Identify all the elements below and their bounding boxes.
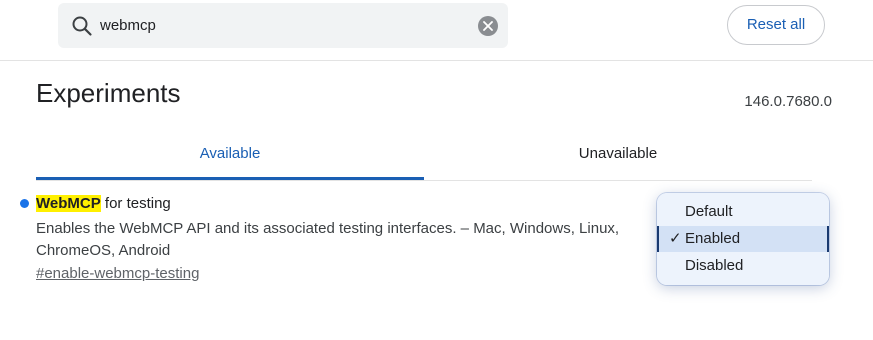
search-box[interactable]: webmcp bbox=[58, 3, 508, 48]
experiment-title: WebMCP for testing bbox=[36, 194, 171, 214]
reset-all-button[interactable]: Reset all bbox=[727, 5, 825, 45]
experiment-permalink[interactable]: #enable-webmcp-testing bbox=[36, 264, 199, 284]
option-label: Default bbox=[685, 203, 733, 220]
search-match-highlight: WebMCP bbox=[36, 195, 101, 212]
tab-bar: Available Unavailable bbox=[36, 136, 812, 181]
dropdown-option-disabled[interactable]: Disabled bbox=[657, 253, 829, 279]
experiment-title-rest: for testing bbox=[100, 195, 171, 212]
dropdown-option-enabled[interactable]: ✓ Enabled bbox=[657, 226, 829, 252]
dropdown-option-default[interactable]: Default bbox=[657, 199, 829, 225]
option-label: Disabled bbox=[685, 257, 744, 274]
experiment-state-dropdown[interactable]: Default ✓ Enabled Disabled bbox=[657, 193, 829, 285]
modified-indicator-dot bbox=[20, 199, 29, 208]
search-input[interactable]: webmcp bbox=[100, 15, 156, 37]
search-icon bbox=[71, 15, 93, 37]
top-toolbar: webmcp Reset all bbox=[0, 0, 873, 61]
page-title: Experiments bbox=[36, 78, 181, 108]
experiment-description: Enables the WebMCP API and its associate… bbox=[36, 220, 620, 259]
clear-icon[interactable] bbox=[478, 16, 498, 36]
checkmark-icon: ✓ bbox=[669, 230, 682, 247]
tab-unavailable[interactable]: Unavailable bbox=[424, 136, 812, 178]
option-label: Enabled bbox=[685, 230, 741, 247]
tab-available[interactable]: Available bbox=[36, 136, 424, 180]
version-label: 146.0.7680.0 bbox=[744, 93, 832, 110]
